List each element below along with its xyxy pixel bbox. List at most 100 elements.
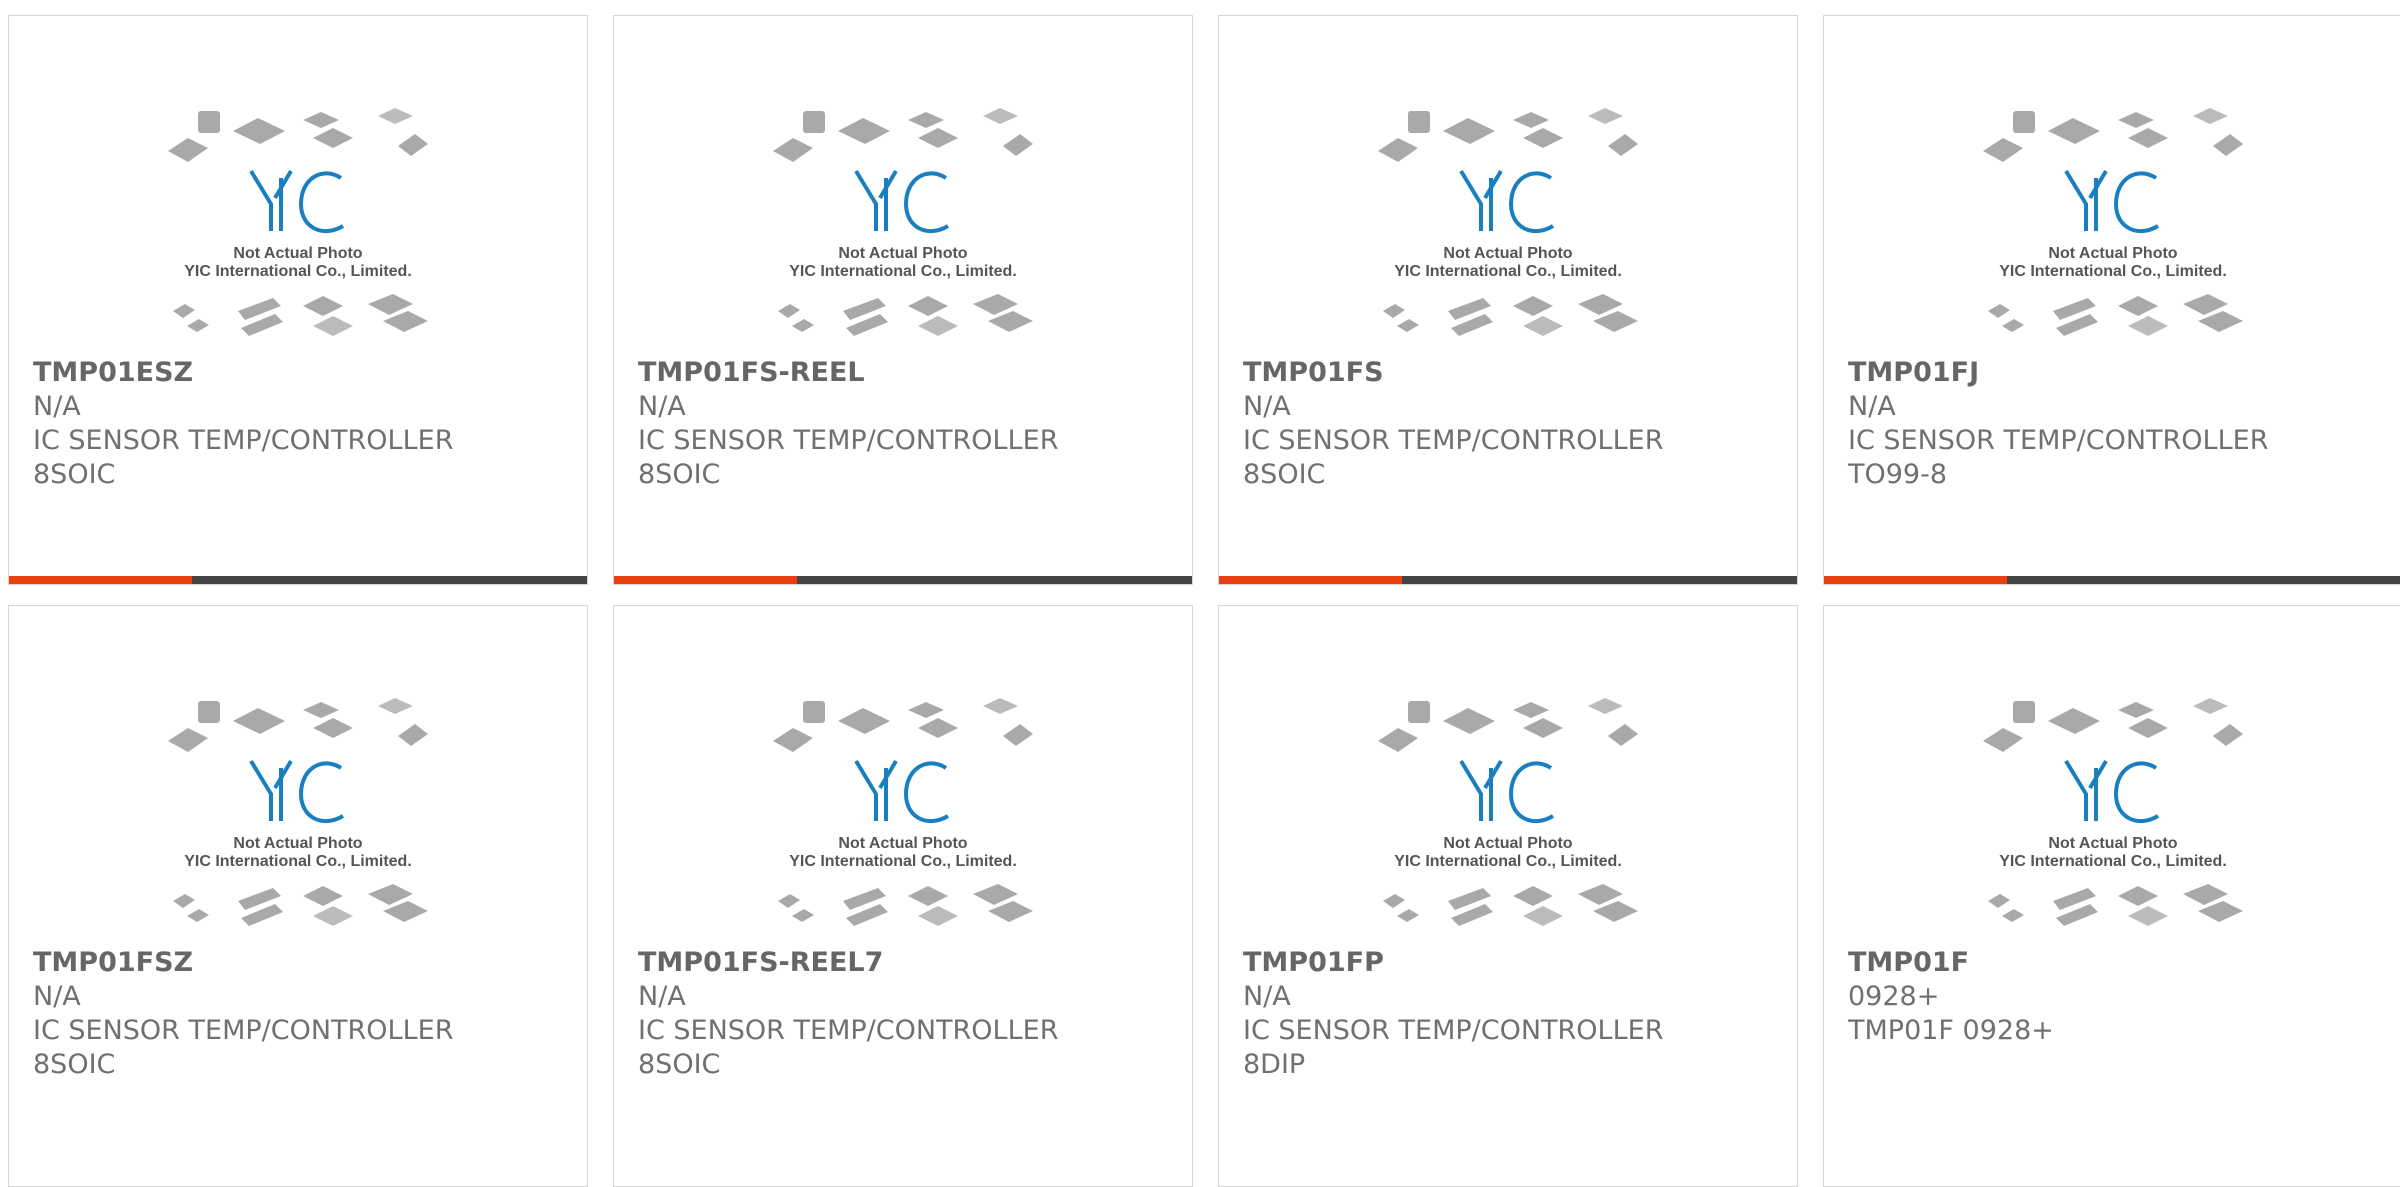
yic-logo	[854, 759, 950, 823]
not-actual-photo-caption: Not Actual Photo	[2048, 835, 2177, 852]
card-accent-bar	[1219, 576, 1402, 584]
product-info: TMP01F 0928+ TMP01F 0928+	[1848, 946, 2382, 1048]
company-caption: YIC International Co., Limited.	[789, 263, 1017, 280]
product-card[interactable]: Not Actual Photo YIC International Co., …	[1823, 15, 2400, 585]
chip-packages-bottom	[1988, 884, 2243, 926]
card-bottom-bar	[614, 576, 1192, 584]
part-number[interactable]: TMP01FJ	[1848, 356, 2382, 390]
yic-logo	[854, 169, 950, 233]
company-caption: YIC International Co., Limited.	[1999, 263, 2227, 280]
product-info: TMP01FJ N/A IC SENSOR TEMP/CONTROLLER TO…	[1848, 356, 2382, 492]
product-description: TMP01F 0928+	[1848, 1015, 2054, 1046]
product-info: TMP01FS-REEL N/A IC SENSOR TEMP/CONTROLL…	[638, 356, 1172, 492]
part-number[interactable]: TMP01FS-REEL	[638, 356, 1172, 390]
chip-packages-top	[1378, 698, 1638, 752]
product-image-placeholder[interactable]: Not Actual Photo YIC International Co., …	[1978, 696, 2248, 956]
product-card[interactable]: Not Actual Photo YIC International Co., …	[8, 605, 588, 1187]
product-card[interactable]: Not Actual Photo YIC International Co., …	[613, 605, 1193, 1187]
company-caption: YIC International Co., Limited.	[1394, 263, 1622, 280]
card-accent-bar	[1824, 576, 2007, 584]
company-caption: YIC International Co., Limited.	[184, 263, 412, 280]
product-image-placeholder[interactable]: Not Actual Photo YIC International Co., …	[768, 106, 1038, 366]
yic-logo	[1459, 759, 1555, 823]
product-image-placeholder[interactable]: Not Actual Photo YIC International Co., …	[1373, 106, 1643, 366]
card-bottom-bar	[9, 576, 587, 584]
product-info: TMP01FSZ N/A IC SENSOR TEMP/CONTROLLER 8…	[33, 946, 567, 1082]
chip-packages-bottom	[778, 884, 1033, 926]
product-image-placeholder[interactable]: Not Actual Photo YIC International Co., …	[1978, 106, 2248, 366]
date-code: N/A	[33, 391, 81, 422]
yic-logo	[2064, 759, 2160, 823]
product-image-placeholder[interactable]: Not Actual Photo YIC International Co., …	[163, 106, 433, 366]
part-number[interactable]: TMP01F	[1848, 946, 2382, 980]
product-info: TMP01FS-REEL7 N/A IC SENSOR TEMP/CONTROL…	[638, 946, 1172, 1082]
product-card[interactable]: Not Actual Photo YIC International Co., …	[613, 15, 1193, 585]
package-type: 8DIP	[1243, 1049, 1306, 1080]
yic-logo	[249, 759, 345, 823]
product-image-placeholder[interactable]: Not Actual Photo YIC International Co., …	[163, 696, 433, 956]
not-actual-photo-caption: Not Actual Photo	[2048, 245, 2177, 262]
product-description: IC SENSOR TEMP/CONTROLLER	[638, 425, 1059, 456]
yic-logo	[2064, 169, 2160, 233]
company-caption: YIC International Co., Limited.	[1394, 853, 1622, 870]
chip-packages-bottom	[778, 294, 1033, 336]
not-actual-photo-caption: Not Actual Photo	[233, 835, 362, 852]
product-description: IC SENSOR TEMP/CONTROLLER	[1243, 1015, 1664, 1046]
product-image-placeholder[interactable]: Not Actual Photo YIC International Co., …	[1373, 696, 1643, 956]
product-card[interactable]: Not Actual Photo YIC International Co., …	[8, 15, 588, 585]
chip-packages-top	[168, 108, 428, 162]
package-type: 8SOIC	[33, 459, 116, 490]
part-number[interactable]: TMP01FP	[1243, 946, 1777, 980]
date-code: N/A	[1243, 981, 1291, 1012]
part-number[interactable]: TMP01FS	[1243, 356, 1777, 390]
product-info: TMP01FP N/A IC SENSOR TEMP/CONTROLLER 8D…	[1243, 946, 1777, 1082]
product-description: IC SENSOR TEMP/CONTROLLER	[638, 1015, 1059, 1046]
product-info: TMP01ESZ N/A IC SENSOR TEMP/CONTROLLER 8…	[33, 356, 567, 492]
date-code: N/A	[638, 981, 686, 1012]
product-description: IC SENSOR TEMP/CONTROLLER	[33, 425, 454, 456]
not-actual-photo-caption: Not Actual Photo	[1443, 245, 1572, 262]
chip-packages-bottom	[1383, 294, 1638, 336]
chip-packages-top	[1983, 698, 2243, 752]
card-accent-bar	[9, 576, 192, 584]
card-bottom-bar	[1824, 576, 2400, 584]
yic-logo	[249, 169, 345, 233]
product-card[interactable]: Not Actual Photo YIC International Co., …	[1823, 605, 2400, 1187]
package-type: 8SOIC	[1243, 459, 1326, 490]
date-code: N/A	[33, 981, 81, 1012]
yic-logo	[1459, 169, 1555, 233]
product-description: IC SENSOR TEMP/CONTROLLER	[1243, 425, 1664, 456]
product-description: IC SENSOR TEMP/CONTROLLER	[1848, 425, 2269, 456]
not-actual-photo-caption: Not Actual Photo	[838, 835, 967, 852]
chip-packages-bottom	[1988, 294, 2243, 336]
chip-packages-bottom	[173, 884, 428, 926]
date-code: 0928+	[1848, 981, 1940, 1012]
date-code: N/A	[638, 391, 686, 422]
chip-packages-bottom	[1383, 884, 1638, 926]
date-code: N/A	[1848, 391, 1896, 422]
package-type: 8SOIC	[638, 1049, 721, 1080]
company-caption: YIC International Co., Limited.	[789, 853, 1017, 870]
part-number[interactable]: TMP01FSZ	[33, 946, 567, 980]
product-image-placeholder[interactable]: Not Actual Photo YIC International Co., …	[768, 696, 1038, 956]
not-actual-photo-caption: Not Actual Photo	[233, 245, 362, 262]
product-grid: Not Actual Photo YIC International Co., …	[8, 15, 2400, 1187]
not-actual-photo-caption: Not Actual Photo	[838, 245, 967, 262]
chip-packages-top	[1983, 108, 2243, 162]
date-code: N/A	[1243, 391, 1291, 422]
company-caption: YIC International Co., Limited.	[184, 853, 412, 870]
chip-packages-top	[773, 698, 1033, 752]
product-card[interactable]: Not Actual Photo YIC International Co., …	[1218, 605, 1798, 1187]
part-number[interactable]: TMP01ESZ	[33, 356, 567, 390]
package-type: TO99-8	[1848, 459, 1948, 490]
product-info: TMP01FS N/A IC SENSOR TEMP/CONTROLLER 8S…	[1243, 356, 1777, 492]
part-number[interactable]: TMP01FS-REEL7	[638, 946, 1172, 980]
package-type: 8SOIC	[638, 459, 721, 490]
chip-packages-bottom	[173, 294, 428, 336]
card-accent-bar	[614, 576, 797, 584]
chip-packages-top	[773, 108, 1033, 162]
chip-packages-top	[168, 698, 428, 752]
product-card[interactable]: Not Actual Photo YIC International Co., …	[1218, 15, 1798, 585]
package-type: 8SOIC	[33, 1049, 116, 1080]
company-caption: YIC International Co., Limited.	[1999, 853, 2227, 870]
